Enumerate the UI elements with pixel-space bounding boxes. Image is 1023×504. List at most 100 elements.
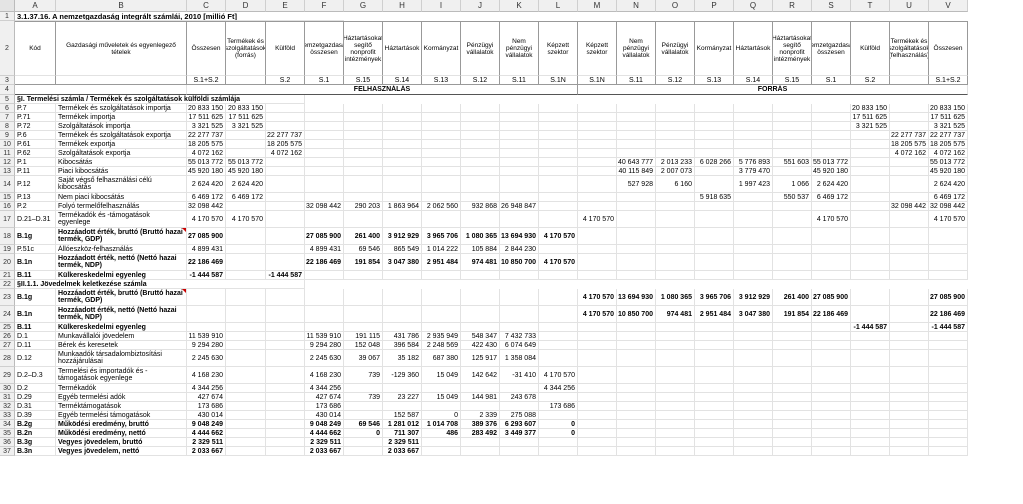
value-cell[interactable] [851, 341, 890, 350]
value-cell[interactable] [773, 202, 812, 211]
value-cell[interactable]: 20 833 150 [226, 104, 266, 113]
value-cell[interactable] [344, 113, 383, 122]
value-cell[interactable] [383, 167, 422, 176]
column-header[interactable]: N [617, 0, 656, 12]
value-cell[interactable] [578, 158, 617, 167]
column-header[interactable]: O [656, 0, 695, 12]
value-cell[interactable] [656, 332, 695, 341]
value-cell[interactable] [266, 167, 305, 176]
value-cell[interactable]: 739 [344, 367, 383, 384]
value-cell[interactable]: 4 168 230 [305, 367, 344, 384]
value-cell[interactable]: 4 444 662 [187, 429, 226, 438]
value-cell[interactable]: 1 997 423 [734, 176, 773, 193]
value-cell[interactable] [500, 193, 539, 202]
code-cell[interactable]: B.1g [15, 228, 56, 245]
column-header[interactable]: M [578, 0, 617, 12]
value-cell[interactable]: 4 072 162 [187, 149, 226, 158]
value-cell[interactable] [656, 271, 695, 280]
value-cell[interactable]: 1 014 708 [422, 420, 461, 429]
value-cell[interactable]: 1 080 365 [656, 289, 695, 306]
value-cell[interactable]: 45 920 180 [929, 167, 968, 176]
code-cell[interactable]: D.39 [15, 411, 56, 420]
value-cell[interactable]: 4 170 570 [929, 211, 968, 228]
select-all-corner[interactable] [0, 0, 15, 12]
sector-code-cell[interactable]: S.1+S.2 [929, 76, 968, 85]
sector-code-cell[interactable]: S.1+S.2 [187, 76, 226, 85]
value-cell[interactable]: 18 205 575 [890, 140, 929, 149]
value-cell[interactable] [461, 289, 500, 306]
value-cell[interactable] [422, 306, 461, 323]
value-cell[interactable] [578, 429, 617, 438]
value-cell[interactable] [734, 429, 773, 438]
value-cell[interactable] [578, 271, 617, 280]
value-cell[interactable] [773, 341, 812, 350]
value-cell[interactable] [226, 149, 266, 158]
column-header[interactable]: S [812, 0, 851, 12]
value-cell[interactable]: 27 085 900 [187, 228, 226, 245]
value-cell[interactable] [773, 402, 812, 411]
value-cell[interactable] [578, 393, 617, 402]
value-cell[interactable] [695, 367, 734, 384]
value-cell[interactable] [266, 429, 305, 438]
code-cell[interactable]: P.1 [15, 158, 56, 167]
value-cell[interactable] [812, 367, 851, 384]
row-header[interactable]: 25 [0, 323, 15, 332]
value-cell[interactable]: 548 347 [461, 332, 500, 341]
code-cell[interactable]: D.31 [15, 402, 56, 411]
header-cell[interactable]: Képzett szektor [539, 21, 578, 76]
value-cell[interactable]: 4 899 431 [187, 245, 226, 254]
value-cell[interactable]: 3 047 380 [734, 306, 773, 323]
value-cell[interactable] [617, 332, 656, 341]
sector-code-cell[interactable]: S.2 [851, 76, 890, 85]
value-cell[interactable] [383, 211, 422, 228]
value-cell[interactable]: 39 067 [344, 350, 383, 367]
value-cell[interactable] [812, 393, 851, 402]
value-cell[interactable]: 486 [422, 429, 461, 438]
code-cell[interactable]: B.2g [15, 420, 56, 429]
value-cell[interactable] [734, 104, 773, 113]
value-cell[interactable] [773, 245, 812, 254]
value-cell[interactable] [890, 245, 929, 254]
code-cell[interactable]: P.72 [15, 122, 56, 131]
value-cell[interactable]: 5 918 635 [695, 193, 734, 202]
value-cell[interactable] [539, 113, 578, 122]
value-cell[interactable]: 17 511 625 [929, 113, 968, 122]
value-cell[interactable] [929, 420, 968, 429]
value-cell[interactable] [695, 350, 734, 367]
sector-code-cell[interactable]: S.14 [383, 76, 422, 85]
value-cell[interactable]: 1 066 [773, 176, 812, 193]
value-cell[interactable] [305, 193, 344, 202]
value-cell[interactable] [344, 438, 383, 447]
header-cell[interactable]: Termékek és szolgáltatások (felhasználás… [890, 21, 929, 76]
value-cell[interactable] [578, 367, 617, 384]
value-cell[interactable] [578, 447, 617, 456]
value-cell[interactable]: 2 013 233 [656, 158, 695, 167]
value-cell[interactable] [812, 429, 851, 438]
value-cell[interactable] [539, 202, 578, 211]
value-cell[interactable] [578, 341, 617, 350]
value-cell[interactable] [578, 228, 617, 245]
value-cell[interactable] [890, 411, 929, 420]
value-cell[interactable] [851, 140, 890, 149]
value-cell[interactable] [226, 420, 266, 429]
code-cell[interactable]: B.3g [15, 438, 56, 447]
value-cell[interactable]: 6 160 [656, 176, 695, 193]
sector-code-cell[interactable]: S.12 [461, 76, 500, 85]
value-cell[interactable] [539, 245, 578, 254]
value-cell[interactable] [226, 402, 266, 411]
value-cell[interactable] [539, 211, 578, 228]
section-heading[interactable]: §I. Termelési számla / Termékek és szolg… [15, 95, 305, 104]
value-cell[interactable]: 3 321 525 [187, 122, 226, 131]
value-cell[interactable] [656, 402, 695, 411]
value-cell[interactable]: 7 432 733 [500, 332, 539, 341]
value-cell[interactable] [929, 447, 968, 456]
value-cell[interactable]: 6 293 607 [500, 420, 539, 429]
value-cell[interactable]: 2 033 667 [305, 447, 344, 456]
value-cell[interactable] [383, 289, 422, 306]
value-cell[interactable] [422, 158, 461, 167]
value-cell[interactable]: 173 686 [539, 402, 578, 411]
value-cell[interactable]: 22 186 469 [812, 306, 851, 323]
value-cell[interactable]: 275 088 [500, 411, 539, 420]
row-header[interactable]: 6 [0, 104, 15, 113]
value-cell[interactable] [773, 149, 812, 158]
